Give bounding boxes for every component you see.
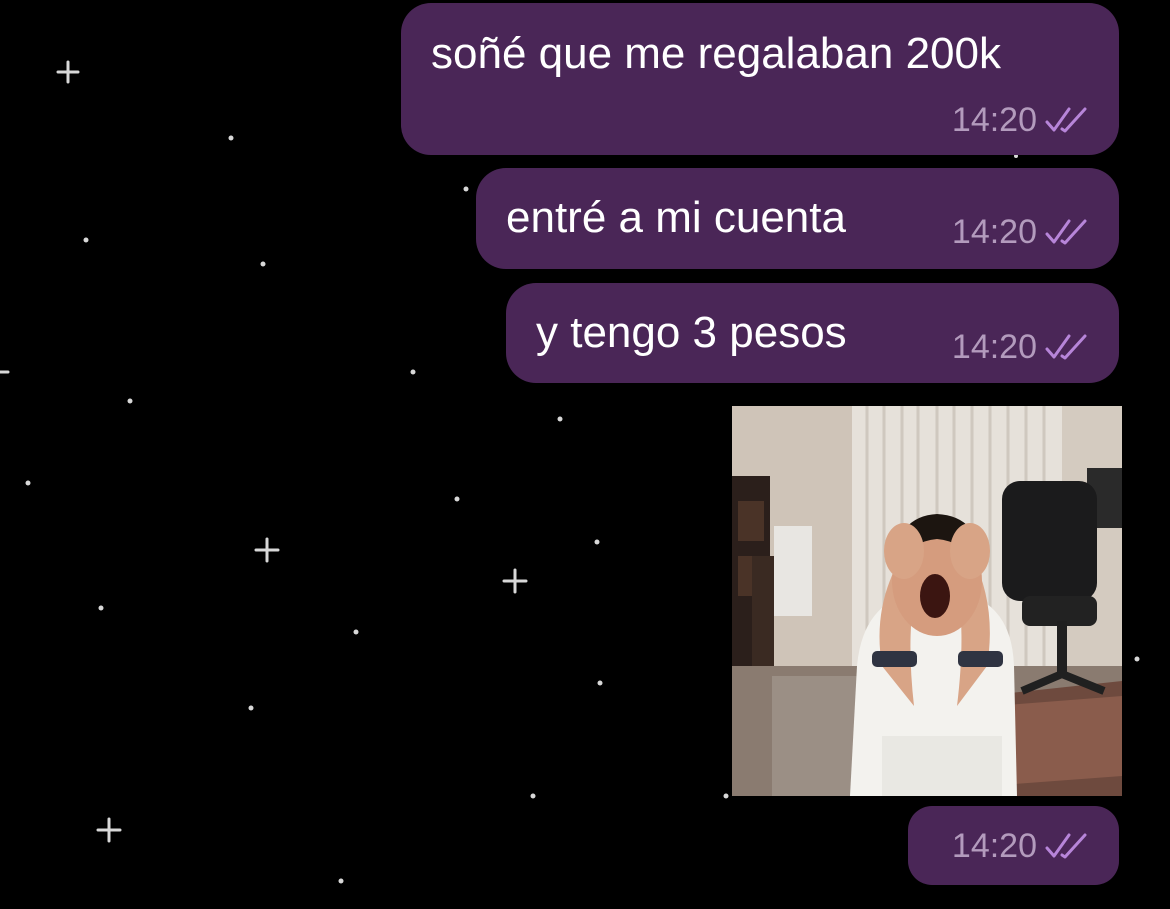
double-check-icon xyxy=(1045,219,1087,245)
message-meta: 14:20 xyxy=(952,215,1089,249)
message-time: 14:20 xyxy=(951,213,1037,251)
crying-meme-photo xyxy=(732,406,1122,796)
message-bubble[interactable]: soñé que me regalaban 200k 14:20 xyxy=(401,3,1119,155)
message-time: 14:20 xyxy=(951,827,1037,865)
message-text: y tengo 3 pesos xyxy=(536,308,847,357)
chat-view: soñé que me regalaban 200k 14:20 entré a… xyxy=(0,0,1170,909)
message-bubble[interactable]: entré a mi cuenta 14:20 xyxy=(476,168,1119,269)
message-bubble[interactable]: y tengo 3 pesos 14:20 xyxy=(506,283,1119,383)
double-check-icon xyxy=(1045,833,1087,859)
media-message-image[interactable] xyxy=(732,406,1122,796)
message-time: 14:20 xyxy=(951,101,1037,139)
message-meta: 14:20 xyxy=(952,829,1089,863)
media-meta-bubble: 14:20 xyxy=(908,806,1119,885)
message-time: 14:20 xyxy=(951,328,1037,366)
message-text: entré a mi cuenta xyxy=(506,193,846,242)
double-check-icon xyxy=(1045,107,1087,133)
message-meta: 14:20 xyxy=(952,330,1089,364)
message-text: soñé que me regalaban 200k xyxy=(431,29,1001,78)
message-meta: 14:20 xyxy=(952,103,1089,137)
double-check-icon xyxy=(1045,334,1087,360)
